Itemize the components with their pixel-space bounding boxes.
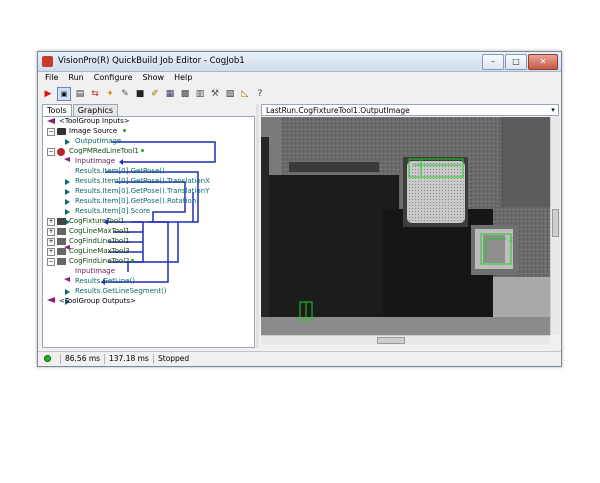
status-indicator-icon [44,355,51,362]
findline-tool-icon [57,238,66,245]
toolbar: ▶ ▣ ▤ ⇆ ✦ ✎ ■ ✐ ▦ ▩ ▥ ⚒ ▧ ◺ ? [38,85,561,102]
status-bar: 86.56 ms 137.18 ms Stopped [38,351,561,366]
status-last-run-time: 86.56 ms [60,354,100,364]
vertical-scrollbar[interactable] [550,117,560,335]
tree-result-score[interactable]: Results.Item[0].Score [75,207,150,216]
fixture-tool-icon [57,218,66,225]
tree-findline-tool-1[interactable]: CogFindLineTool1 [69,237,130,246]
svg-text:X: X [509,237,513,244]
menu-configure[interactable]: Configure [94,72,133,84]
tree-image-source[interactable]: Image Source [69,127,117,136]
tree-result-translation-y[interactable]: Results.Item[0].GetPose().TranslationY [75,187,209,196]
status-run-state: Stopped [153,354,189,364]
tree-result-get-line-segment[interactable]: Results.GetLineSegment() [75,287,167,296]
menu-run[interactable]: Run [68,72,83,84]
tree-linemax-tool-3[interactable]: CogLineMaxTool3 [69,247,130,256]
stop-icon[interactable]: ■ [134,88,146,100]
job-editor-window: VisionPro(R) QuickBuild Job Editor - Cog… [37,51,562,367]
tree-findline-tool-2[interactable]: CogFindLineTool2 [69,257,130,266]
minimize-button[interactable]: – [482,54,504,70]
expand-toggle-fixture[interactable]: + [47,218,55,226]
tab-tools[interactable]: Tools [42,104,72,116]
tree-result-translation-x[interactable]: Results.Item[0].GetPose().TranslationX [75,177,210,186]
horizontal-scroll-thumb[interactable] [377,337,405,344]
menu-help[interactable]: Help [174,72,192,84]
tree-group-outputs[interactable]: <ToolGroup Outputs> [59,297,136,306]
panel-tabs: Tools Graphics [42,104,119,116]
tab-graphics[interactable]: Graphics [72,104,119,116]
tool-tree: <ToolGroup Inputs> − Image Source Output… [42,116,255,348]
linemax-tool-icon [57,248,66,255]
tree-result-rotation[interactable]: Results.Item[0].GetPose().Rotation [75,197,196,206]
reset-icon[interactable]: ⇆ [89,88,101,100]
show-image-icon[interactable]: ▤ [74,88,86,100]
wand-icon[interactable]: ✦ [104,88,116,100]
measure-icon[interactable]: ◺ [239,88,251,100]
run-continuous-icon[interactable]: ▣ [57,86,71,101]
panel-splitter[interactable] [256,104,259,348]
tree-result-get-line[interactable]: Results.GetLine() [75,277,135,286]
menu-bar: File Run Configure Show Help [38,72,561,84]
job-icon[interactable]: ▧ [224,88,236,100]
tree-input-image[interactable]: InputImage [75,157,115,166]
records-icon[interactable]: ▥ [194,88,206,100]
tree-result-pose[interactable]: Results.Item[0].GetPose() [75,167,165,176]
linemax-tool-icon [57,228,66,235]
expand-toggle-linemax1[interactable]: + [47,228,55,236]
tree-linemax-tool-1[interactable]: CogLineMaxTool1 [69,227,130,236]
tree-fixture-tool[interactable]: CogFixtureTool1 [69,217,124,226]
chevron-down-icon[interactable]: ▾ [548,105,558,115]
expand-toggle-pmred[interactable]: − [47,148,55,156]
status-dot [141,149,144,152]
pmred-tool-icon [57,148,65,156]
grid-icon[interactable]: ▩ [179,88,191,100]
image-display[interactable]: X [261,117,550,335]
status-dot [131,259,134,262]
expand-toggle-image-source[interactable]: − [47,128,55,136]
run-once-icon[interactable]: ▶ [42,88,54,100]
tree-pmred-tool[interactable]: CogPMRedLineTool1 [69,147,139,156]
vertical-scroll-thumb[interactable] [552,209,559,237]
status-total-time: 137.18 ms [104,354,149,364]
tool-icon[interactable]: ✎ [119,88,131,100]
help-icon[interactable]: ? [254,88,266,100]
expand-toggle-findline1[interactable]: + [47,238,55,246]
tree-group-inputs[interactable]: <ToolGroup Inputs> [59,117,130,126]
menu-show[interactable]: Show [143,72,165,84]
status-dot [123,129,126,132]
horizontal-scrollbar[interactable] [261,335,550,345]
tree-input-image-2[interactable]: InputImage [75,267,115,276]
image-selector-value: LastRun.CogFixtureTool1.OutputImage [266,106,410,115]
image-icon[interactable]: ▦ [164,88,176,100]
expand-toggle-findline2[interactable]: − [47,258,55,266]
notes-icon[interactable]: ✐ [149,88,161,100]
window-title: VisionPro(R) QuickBuild Job Editor - Cog… [58,56,245,66]
expand-toggle-linemax3[interactable]: + [47,248,55,256]
settings-icon[interactable]: ⚒ [209,88,221,100]
image-selector[interactable]: LastRun.CogFixtureTool1.OutputImage ▾ [261,104,559,116]
app-icon [42,56,53,67]
close-button[interactable]: ✕ [528,54,558,70]
tree-output-image[interactable]: OutputImage [75,137,121,146]
menu-file[interactable]: File [45,72,58,84]
findline-tool-icon [57,258,66,265]
inspection-image: X [261,117,550,335]
title-bar: VisionPro(R) QuickBuild Job Editor - Cog… [38,52,561,72]
maximize-button[interactable]: □ [505,54,527,70]
camera-icon [57,128,66,135]
